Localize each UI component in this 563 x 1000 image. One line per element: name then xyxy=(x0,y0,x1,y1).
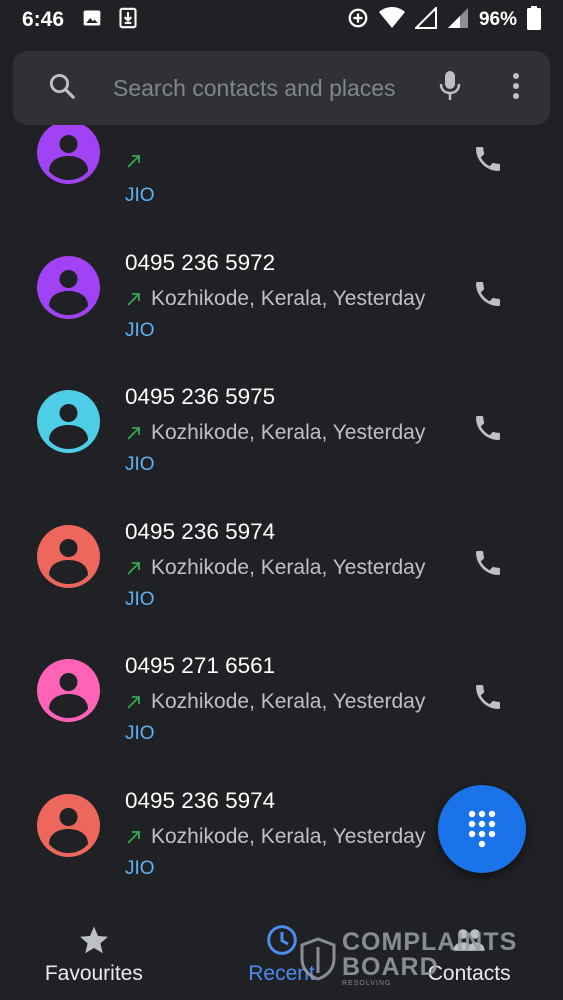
search-bar[interactable] xyxy=(13,51,550,125)
more-vert-icon[interactable] xyxy=(512,72,520,105)
person-icon xyxy=(37,524,100,588)
person-icon xyxy=(37,659,100,722)
clock-icon xyxy=(266,925,297,955)
data-saver-icon xyxy=(347,7,369,34)
outgoing-call-icon xyxy=(127,427,140,440)
outgoing-call-icon xyxy=(127,292,140,306)
status-bar: 6:46 96% xyxy=(0,0,563,40)
shield-icon xyxy=(300,936,336,981)
contact-avatar[interactable] xyxy=(37,793,100,857)
contact-avatar[interactable] xyxy=(37,524,100,588)
call-log-item[interactable]: 0495 271 6561 Kozhikode, Kerala, Yesterd… xyxy=(0,590,563,744)
watermark-text: BOARD xyxy=(342,953,439,981)
person-icon xyxy=(37,125,100,184)
outgoing-call-icon xyxy=(127,155,140,168)
search-icon[interactable] xyxy=(47,71,77,106)
phone-icon xyxy=(476,147,500,171)
call-log-item[interactable]: 0495 236 5972 Kozhikode, Kerala, Yesterd… xyxy=(0,187,563,341)
dialpad-button[interactable] xyxy=(438,785,526,873)
call-button[interactable] xyxy=(465,405,511,451)
phone-icon xyxy=(476,685,500,709)
battery-percent: 96% xyxy=(478,9,517,30)
phone-icon xyxy=(476,550,500,575)
call-log-item[interactable]: 0495 236 5974 Kozhikode, Kerala, Yesterd… xyxy=(0,456,563,610)
outgoing-call-icon xyxy=(127,696,140,709)
outgoing-call-icon xyxy=(127,561,140,575)
star-icon xyxy=(79,926,108,954)
battery-icon xyxy=(527,5,541,35)
call-location-time: Kozhikode, Kerala, Yesterday xyxy=(151,286,426,310)
call-button[interactable] xyxy=(465,271,511,317)
phone-number: 0495 236 5975 xyxy=(125,384,276,409)
phone-icon xyxy=(476,281,500,306)
call-log-item[interactable]: JIO xyxy=(0,125,563,206)
phone-number: 0495 271 6561 xyxy=(125,653,276,678)
call-location-time: Kozhikode, Kerala, Yesterday xyxy=(151,555,426,579)
call-details: Kozhikode, Kerala, Yesterday xyxy=(125,556,425,580)
call-details xyxy=(125,152,151,170)
call-details: Kozhikode, Kerala, Yesterday xyxy=(125,421,425,445)
contact-avatar[interactable] xyxy=(37,125,100,184)
call-details: Kozhikode, Kerala, Yesterday xyxy=(125,825,425,849)
contact-avatar[interactable] xyxy=(37,659,100,722)
outgoing-call-icon xyxy=(127,830,140,844)
tab-favourites[interactable]: Favourites xyxy=(0,910,188,1000)
call-log-item[interactable]: 0495 236 5975 Kozhikode, Kerala, Yesterd… xyxy=(0,321,563,475)
call-details: Kozhikode, Kerala, Yesterday xyxy=(125,690,425,714)
search-input[interactable] xyxy=(113,74,403,102)
wifi-icon xyxy=(378,6,405,34)
phone-icon xyxy=(476,416,500,440)
person-icon xyxy=(37,793,100,857)
signal-icon xyxy=(447,7,469,34)
image-icon xyxy=(82,8,102,33)
phone-number: 0495 236 5972 xyxy=(125,249,276,275)
signal-icon xyxy=(413,5,437,34)
download-icon xyxy=(118,7,138,34)
call-button[interactable] xyxy=(465,136,511,182)
call-button[interactable] xyxy=(465,674,511,720)
watermark-logo: COMPLAINTS BOARD RESOLVING xyxy=(300,930,517,987)
phone-number: 0495 236 5974 xyxy=(125,787,276,813)
watermark-text: COMPLAINTS xyxy=(342,928,518,956)
status-time: 6:46 xyxy=(22,8,65,31)
tab-label: Favourites xyxy=(44,962,143,985)
person-icon xyxy=(37,255,100,319)
contact-avatar[interactable] xyxy=(37,390,100,453)
call-details: Kozhikode, Kerala, Yesterday xyxy=(125,287,425,311)
watermark-subtext: RESOLVING xyxy=(342,980,392,987)
call-location-time: Kozhikode, Kerala, Yesterday xyxy=(151,421,426,444)
person-icon xyxy=(37,390,100,453)
call-button[interactable] xyxy=(465,540,511,586)
call-location-time: Kozhikode, Kerala, Yesterday xyxy=(151,824,426,848)
mic-icon[interactable] xyxy=(438,70,462,107)
contact-avatar[interactable] xyxy=(37,255,100,319)
dialpad-icon xyxy=(468,810,496,848)
call-location-time: Kozhikode, Kerala, Yesterday xyxy=(151,690,426,713)
phone-number: 0495 236 5974 xyxy=(125,518,276,544)
